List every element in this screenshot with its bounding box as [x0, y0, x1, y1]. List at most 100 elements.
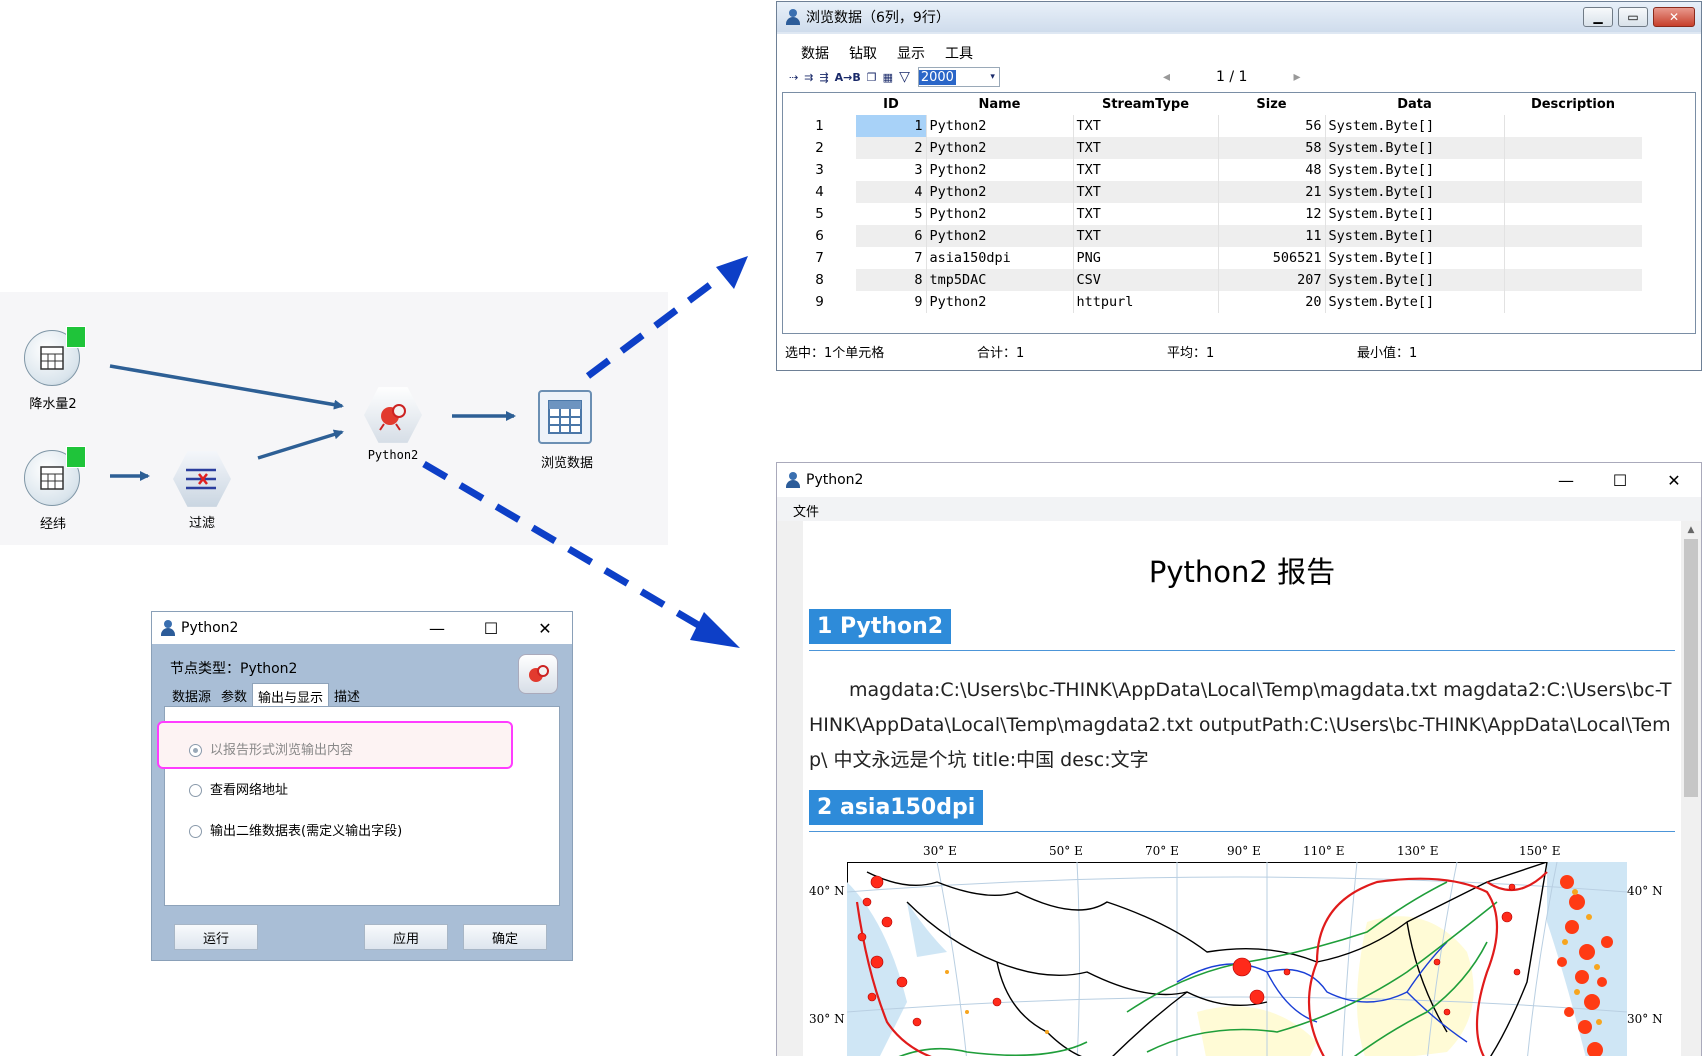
cell-description[interactable] — [1503, 269, 1642, 291]
row-number[interactable]: 2 — [783, 137, 856, 159]
cell-size[interactable]: 12 — [1217, 203, 1325, 225]
cell-data[interactable]: System.Byte[] — [1324, 247, 1504, 269]
cell-id[interactable]: 7 — [856, 247, 926, 269]
minimize-button[interactable]: — — [410, 613, 464, 643]
cell-name[interactable]: tmp5DAC — [925, 269, 1073, 291]
table-row[interactable]: 3 3 Python2 TXT 48 System.Byte[] — [783, 159, 1642, 181]
menu-drill[interactable]: 钻取 — [849, 43, 877, 63]
table-row[interactable]: 4 4 Python2 TXT 21 System.Byte[] — [783, 181, 1642, 203]
vertical-scrollbar[interactable]: ▲ — [1681, 521, 1701, 1056]
cell-size[interactable]: 21 — [1217, 181, 1325, 203]
cell-description[interactable] — [1503, 203, 1642, 225]
cell-name[interactable]: asia150dpi — [925, 247, 1073, 269]
row-number[interactable]: 5 — [783, 203, 856, 225]
scroll-up-icon[interactable]: ▲ — [1681, 525, 1701, 535]
cell-streamtype[interactable]: TXT — [1072, 203, 1218, 225]
cell-size[interactable]: 11 — [1217, 225, 1325, 247]
cell-data[interactable]: System.Byte[] — [1324, 115, 1504, 137]
node-rain[interactable]: 降水量2 — [0, 326, 113, 412]
cell-data[interactable]: System.Byte[] — [1324, 269, 1504, 291]
col-header-name[interactable]: Name — [926, 93, 1073, 115]
cell-description[interactable] — [1503, 291, 1642, 313]
close-button[interactable]: ✕ — [1647, 465, 1701, 495]
prev-page-icon[interactable]: ◂ — [1163, 69, 1170, 85]
col-header-description[interactable]: Description — [1504, 93, 1642, 115]
cell-data[interactable]: System.Byte[] — [1324, 203, 1504, 225]
cell-data[interactable]: System.Byte[] — [1324, 225, 1504, 247]
cell-name[interactable]: Python2 — [925, 225, 1073, 247]
table-row[interactable]: 2 2 Python2 TXT 58 System.Byte[] — [783, 137, 1642, 159]
cell-description[interactable] — [1503, 137, 1642, 159]
cell-description[interactable] — [1503, 115, 1642, 137]
row-limit-value[interactable]: 2000 — [918, 69, 956, 85]
radio-selected[interactable] — [189, 744, 202, 757]
cell-id[interactable]: 4 — [856, 181, 926, 203]
cell-data[interactable]: System.Byte[] — [1324, 137, 1504, 159]
cell-name[interactable]: Python2 — [925, 291, 1073, 313]
split-arrow-icon[interactable]: ⇉ — [804, 71, 813, 84]
row-number[interactable]: 3 — [783, 159, 856, 181]
cell-id[interactable]: 6 — [856, 225, 926, 247]
close-button[interactable]: ✕ — [1653, 7, 1695, 27]
cell-size[interactable]: 58 — [1217, 137, 1325, 159]
cell-size[interactable]: 506521 — [1217, 247, 1325, 269]
radio[interactable] — [189, 784, 202, 797]
row-number[interactable]: 1 — [783, 115, 856, 137]
row-number[interactable]: 8 — [783, 269, 856, 291]
row-number[interactable]: 9 — [783, 291, 856, 313]
copy-icon[interactable]: ❐ — [867, 71, 877, 84]
column-arrow-icon[interactable]: ⇢ — [789, 71, 798, 84]
cell-name[interactable]: Python2 — [925, 115, 1073, 137]
cell-streamtype[interactable]: TXT — [1072, 181, 1218, 203]
menu-tools[interactable]: 工具 — [945, 43, 973, 63]
maximize-button[interactable]: ▭ — [1618, 7, 1648, 27]
cell-size[interactable]: 207 — [1217, 269, 1325, 291]
dropdown-arrow-icon[interactable]: ▾ — [990, 72, 999, 82]
maximize-button[interactable]: ☐ — [464, 613, 518, 643]
cell-description[interactable] — [1503, 181, 1642, 203]
option-table[interactable]: 输出二维数据表(需定义输出字段) — [189, 820, 402, 839]
maximize-button[interactable]: ☐ — [1593, 465, 1647, 495]
option-url[interactable]: 查看网络地址 — [189, 779, 288, 798]
cell-id[interactable]: 5 — [856, 203, 926, 225]
run-button[interactable]: 运行 — [174, 924, 258, 950]
menu-data[interactable]: 数据 — [801, 43, 829, 63]
option-report[interactable]: 以报告形式浏览输出内容 — [189, 739, 353, 758]
cell-name[interactable]: Python2 — [925, 181, 1073, 203]
cell-streamtype[interactable]: PNG — [1072, 247, 1218, 269]
cell-streamtype[interactable]: CSV — [1072, 269, 1218, 291]
cell-size[interactable]: 48 — [1217, 159, 1325, 181]
cell-name[interactable]: Python2 — [925, 159, 1073, 181]
cell-name[interactable]: Python2 — [925, 203, 1073, 225]
cell-description[interactable] — [1503, 159, 1642, 181]
grid-edit-icon[interactable]: ▦ — [883, 71, 893, 84]
cell-id[interactable]: 1 — [856, 115, 926, 137]
cell-data[interactable]: System.Byte[] — [1324, 291, 1504, 313]
merge-arrow-icon[interactable]: ⇶ — [819, 71, 828, 84]
scroll-thumb[interactable] — [1684, 539, 1698, 797]
menu-file[interactable]: 文件 — [793, 505, 819, 520]
node-latlon[interactable]: 经纬 — [0, 446, 113, 532]
cell-description[interactable] — [1503, 225, 1642, 247]
cell-id[interactable]: 9 — [856, 291, 926, 313]
row-number[interactable]: 7 — [783, 247, 856, 269]
table-row[interactable]: 6 6 Python2 TXT 11 System.Byte[] — [783, 225, 1642, 247]
minimize-button[interactable]: ▁ — [1583, 7, 1613, 27]
menu-display[interactable]: 显示 — [897, 43, 925, 63]
apply-button[interactable]: 应用 — [364, 924, 448, 950]
cell-id[interactable]: 8 — [856, 269, 926, 291]
node-python[interactable]: Python2 — [333, 386, 453, 462]
cell-data[interactable]: System.Byte[] — [1324, 181, 1504, 203]
cell-size[interactable]: 20 — [1217, 291, 1325, 313]
cell-streamtype[interactable]: httpurl — [1072, 291, 1218, 313]
cell-streamtype[interactable]: TXT — [1072, 115, 1218, 137]
table-row[interactable]: 1 1 Python2 TXT 56 System.Byte[] — [783, 115, 1642, 137]
cell-name[interactable]: Python2 — [925, 137, 1073, 159]
cell-description[interactable] — [1503, 247, 1642, 269]
next-page-icon[interactable]: ▸ — [1293, 69, 1300, 85]
filter-funnel-icon[interactable]: ▽ — [899, 69, 910, 85]
row-number[interactable]: 4 — [783, 181, 856, 203]
col-header-size[interactable]: Size — [1218, 93, 1325, 115]
node-filter[interactable]: 过滤 — [142, 450, 262, 531]
table-row[interactable]: 8 8 tmp5DAC CSV 207 System.Byte[] — [783, 269, 1642, 291]
